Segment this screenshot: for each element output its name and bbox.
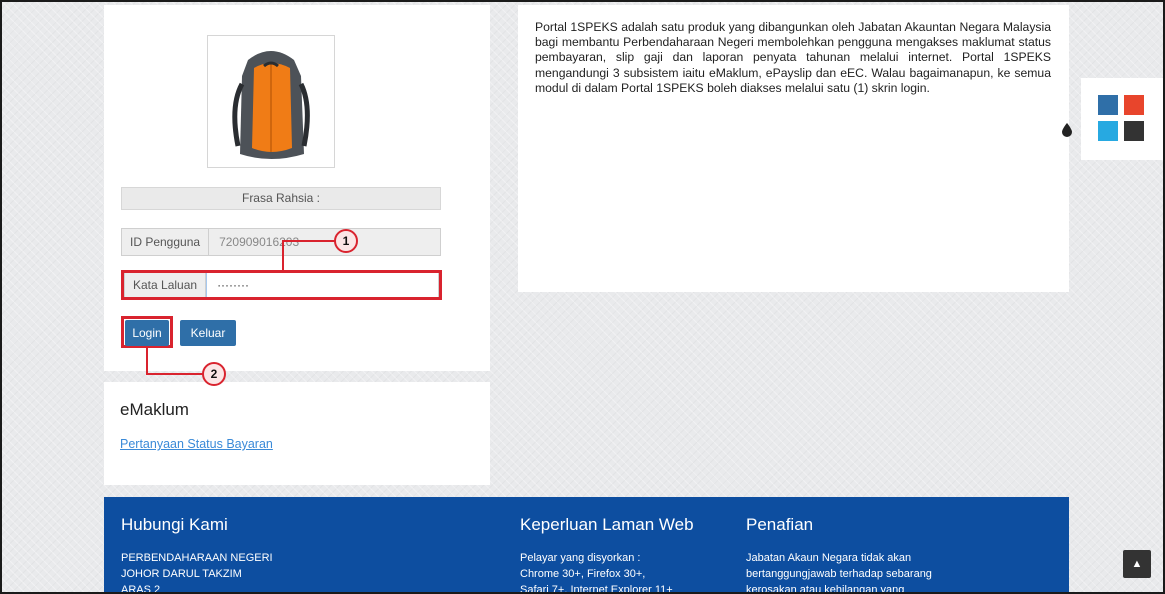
footer-line: kerosakan atau kehilangan yang: [746, 584, 905, 594]
frasa-rahsia-label: Frasa Rahsia :: [121, 187, 441, 210]
id-pengguna-label: ID Pengguna: [122, 229, 210, 255]
footer-penafian-text: Jabatan Akaun Negara tidak akan bertangg…: [746, 550, 932, 594]
chevron-up-icon: ▲: [1131, 558, 1143, 570]
footer-hubungi-text: PERBENDAHARAAN NEGERI JOHOR DARUL TAKZIM…: [121, 550, 273, 594]
callout-2-line-h: [146, 373, 203, 375]
id-pengguna-input[interactable]: 720909016203: [209, 229, 440, 255]
theme-swatch-blue[interactable]: [1098, 95, 1118, 115]
backpack-image: [207, 35, 335, 168]
footer-line: JOHOR DARUL TAKZIM: [121, 568, 242, 580]
theme-swatch-red[interactable]: [1124, 95, 1144, 115]
theme-color-panel: [1081, 78, 1165, 160]
scroll-to-top-button[interactable]: ▲: [1123, 550, 1151, 578]
keluar-button[interactable]: Keluar: [180, 320, 236, 346]
footer-keperluan-text: Pelayar yang disyorkan : Chrome 30+, Fir…: [520, 550, 673, 594]
callout-1: 1: [334, 229, 358, 253]
footer-keperluan-title: Keperluan Laman Web: [520, 515, 694, 534]
emaklum-title: eMaklum: [120, 400, 189, 419]
footer-line: Chrome 30+, Firefox 30+,: [520, 568, 646, 580]
callout-1-line-v: [282, 240, 284, 271]
callout-2-line-v: [146, 348, 148, 375]
password-highlight-box: [121, 270, 442, 300]
footer-line: Jabatan Akaun Negara tidak akan: [746, 552, 912, 564]
pertanyaan-status-bayaran-link[interactable]: Pertanyaan Status Bayaran: [120, 437, 273, 451]
footer-line: PERBENDAHARAAN NEGERI: [121, 552, 273, 564]
footer-line: bertanggungjawab terhadap sebarang: [746, 568, 932, 580]
theme-swatch-lightblue[interactable]: [1098, 121, 1118, 141]
footer-hubungi-title: Hubungi Kami: [121, 515, 228, 534]
footer-penafian-title: Penafian: [746, 515, 814, 534]
id-pengguna-field: ID Pengguna 720909016203: [121, 228, 441, 256]
callout-1-line-h: [283, 240, 335, 242]
drop-icon[interactable]: [1062, 123, 1072, 140]
callout-2: 2: [202, 362, 226, 386]
emaklum-panel: [104, 382, 490, 485]
footer-line: ARAS 2: [121, 584, 161, 594]
portal-description: Portal 1SPEKS adalah satu produk yang di…: [535, 20, 1051, 95]
footer-line: Pelayar yang disyorkan :: [520, 552, 641, 564]
footer-line: Safari 7+, Internet Explorer 11+: [520, 584, 673, 594]
login-button[interactable]: Login: [125, 320, 169, 346]
theme-swatch-dark[interactable]: [1124, 121, 1144, 141]
